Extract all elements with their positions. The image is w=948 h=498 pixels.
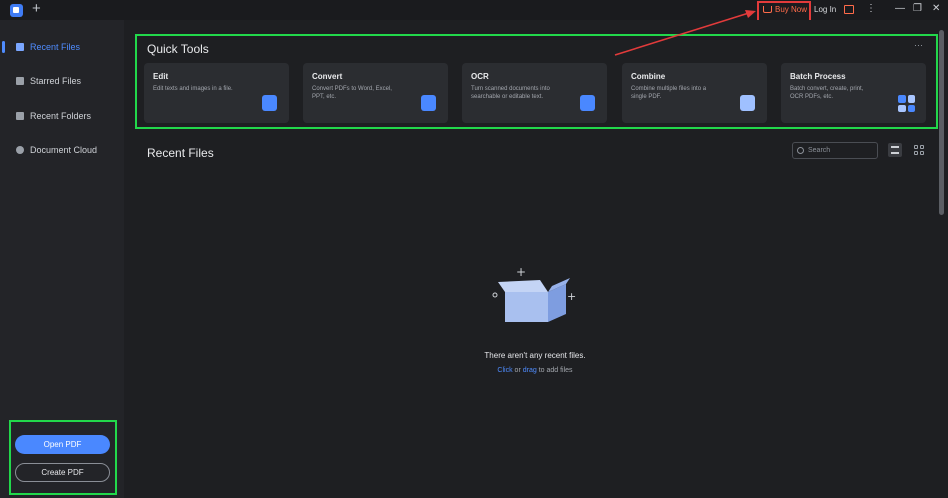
more-options-icon[interactable]: ⋮ — [866, 3, 876, 15]
add-files-text: to add files — [538, 367, 573, 374]
active-indicator — [2, 41, 5, 53]
or-text: or — [514, 367, 521, 374]
tool-card-desc: Combine multiple files into a single PDF… — [631, 86, 707, 100]
tool-card-desc: Edit texts and images in a file. — [153, 86, 233, 92]
cart-icon — [763, 6, 772, 13]
search-input[interactable]: Search — [792, 142, 878, 159]
sidebar-item-starred-files[interactable]: Starred Files — [0, 70, 124, 92]
app-logo-icon — [10, 4, 23, 17]
click-link[interactable]: Click — [497, 367, 512, 374]
folder-icon — [16, 112, 24, 120]
edit-icon — [262, 95, 277, 111]
quick-tools-title: Quick Tools — [147, 42, 209, 56]
ocr-icon — [580, 95, 595, 111]
tool-card-title: Convert — [312, 72, 343, 81]
empty-state-text: There aren't any recent files. — [484, 351, 586, 360]
quick-tools-more-icon[interactable]: ··· — [914, 40, 923, 50]
buy-now-label: Buy Now — [775, 5, 808, 14]
open-pdf-button[interactable]: Open PDF — [15, 435, 110, 454]
star-icon — [16, 77, 24, 85]
sidebar-item-document-cloud[interactable]: Document Cloud — [0, 139, 124, 161]
bottom-actions-highlight — [9, 420, 117, 495]
sidebar-item-recent-folders[interactable]: Recent Folders — [0, 105, 124, 127]
minimize-icon[interactable]: — — [895, 3, 905, 15]
drag-link[interactable]: drag — [523, 367, 537, 374]
tool-card-edit[interactable]: Edit Edit texts and images in a file. — [144, 63, 289, 123]
close-icon[interactable]: ✕ — [932, 3, 940, 15]
empty-state-hint: Click or drag to add files — [400, 367, 670, 374]
combine-icon — [740, 95, 755, 111]
sidebar-item-label: Starred Files — [30, 76, 82, 86]
empty-box-illustration: + + — [492, 265, 576, 322]
tool-card-title: Batch Process — [790, 72, 846, 81]
create-pdf-button[interactable]: Create PDF — [15, 463, 110, 482]
scrollbar[interactable] — [939, 30, 944, 215]
tool-card-title: OCR — [471, 72, 489, 81]
tool-card-desc: Convert PDFs to Word, Excel, PPT, etc. — [312, 86, 392, 100]
cloud-icon — [16, 146, 24, 154]
convert-icon — [421, 95, 436, 111]
svg-text:+: + — [516, 265, 526, 279]
tool-card-batch-process[interactable]: Batch Process Batch convert, create, pri… — [781, 63, 926, 123]
sidebar-item-label: Document Cloud — [30, 145, 98, 155]
search-icon — [797, 147, 804, 154]
tool-card-title: Edit — [153, 72, 169, 81]
tool-card-title: Combine — [631, 72, 666, 81]
grid-view-icon[interactable] — [914, 145, 924, 155]
tool-card-desc: Batch convert, create, print, OCR PDFs, … — [790, 86, 864, 100]
list-view-icon[interactable] — [888, 143, 902, 157]
sidebar-item-recent-files[interactable]: Recent Files — [0, 36, 124, 58]
gift-icon[interactable] — [844, 5, 854, 14]
buy-now-button[interactable]: Buy Now — [763, 5, 807, 14]
restore-icon[interactable]: ❐ — [913, 3, 922, 15]
tool-card-desc: Turn scanned documents into searchable o… — [471, 86, 550, 100]
new-tab-button[interactable]: + — [32, 1, 41, 17]
sidebar-item-label: Recent Files — [30, 42, 81, 52]
svg-text:+: + — [567, 290, 576, 303]
sidebar-item-label: Recent Folders — [30, 111, 92, 121]
recent-files-icon — [16, 43, 24, 51]
tool-card-convert[interactable]: Convert Convert PDFs to Word, Excel, PPT… — [303, 63, 448, 123]
login-button[interactable]: Log In — [814, 5, 836, 14]
tool-card-combine[interactable]: Combine Combine multiple files into a si… — [622, 63, 767, 123]
recent-files-title: Recent Files — [147, 146, 214, 160]
batch-process-icon — [898, 95, 915, 112]
search-placeholder: Search — [808, 147, 831, 154]
tool-card-ocr[interactable]: OCR Turn scanned documents into searchab… — [462, 63, 607, 123]
